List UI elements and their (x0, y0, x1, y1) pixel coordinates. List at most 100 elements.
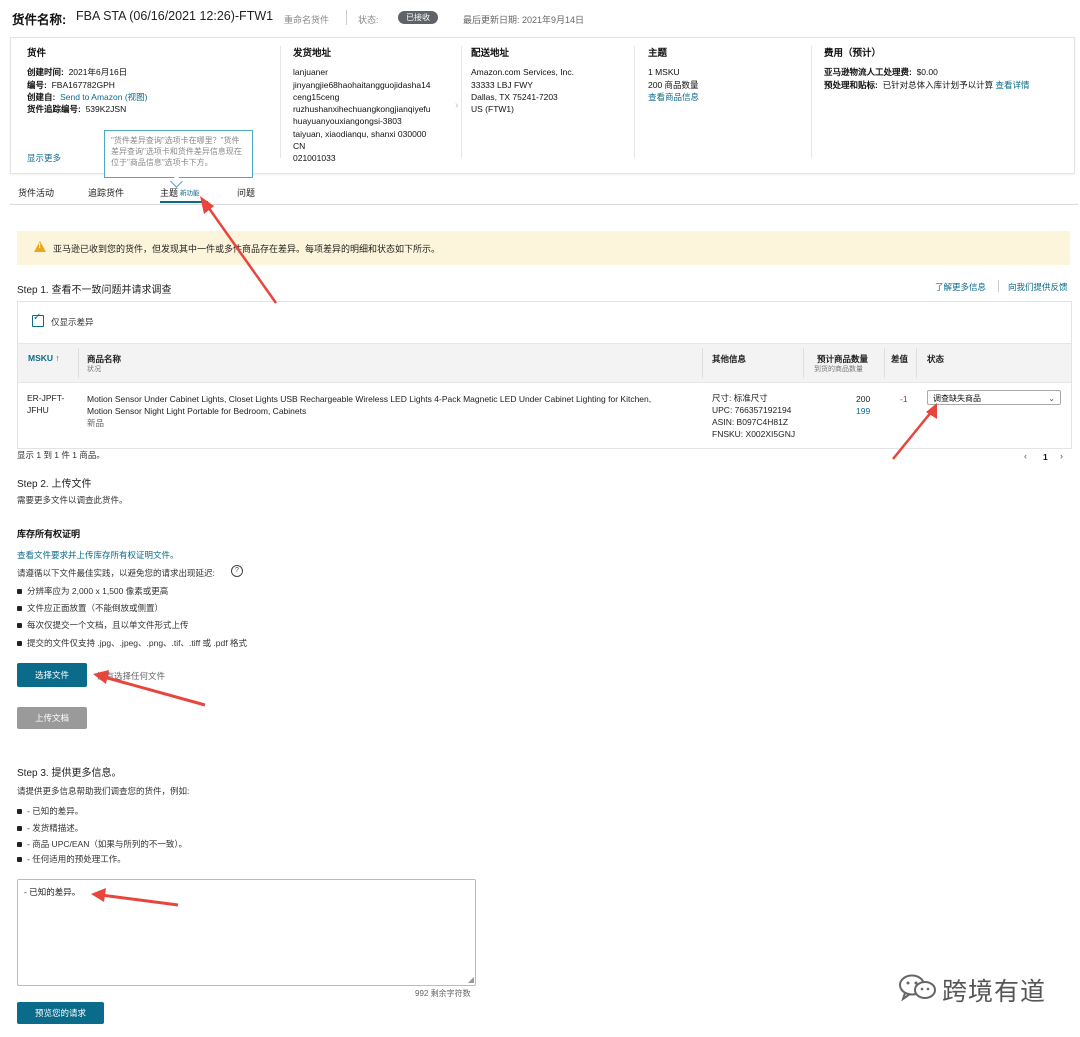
choose-file-button[interactable]: 选择文件 (17, 663, 87, 687)
column-divider (78, 348, 79, 378)
tab-contents[interactable]: 主题 (160, 186, 178, 199)
created-from-link[interactable]: Send to Amazon (60, 92, 122, 102)
document-requirements-link[interactable]: 查看文件要求并上传库存所有权证明文件。 (17, 549, 179, 561)
rename-shipment-link[interactable]: 重命名货件 (284, 13, 329, 26)
alert-message: 亚马逊已收到您的货件，但发现其中一件或多件商品存在差异。每项差异的明细和状态如下… (53, 244, 441, 254)
shipment-heading: 货件 (27, 48, 47, 59)
shipment-id-label: 编号: (27, 79, 47, 90)
tab-problems[interactable]: 问题 (237, 186, 255, 199)
bullet-icon (17, 857, 22, 863)
received-quantity-link[interactable]: 199 (856, 405, 870, 417)
list-item-text: - 商品 UPC/EAN（如果与所列的不一致）。 (27, 839, 188, 849)
column-divider (916, 348, 917, 378)
divider (461, 46, 462, 158)
last-updated: 最后更新日期: 2021年9月14日 (463, 15, 585, 25)
show-discrepancies-label: 仅显示差异 (51, 317, 94, 327)
quantity-cell: 200 199 (856, 393, 870, 417)
chevron-down-icon: ⌄ (1048, 394, 1055, 403)
pagination-summary: 显示 1 到 1 件 1 商品。 (17, 450, 105, 460)
bullet-icon (17, 641, 22, 647)
address-line: ceng15ceng (293, 91, 340, 102)
other-info-column-header: 其他信息 (712, 354, 747, 364)
proof-of-ownership-title: 库存所有权证明 (17, 529, 81, 539)
received-column-subheader: 到货的商品数量 (814, 366, 863, 373)
list-item: - 发货精描述。 (17, 822, 83, 834)
tracking-value: 539K2JSN (85, 104, 127, 115)
step3-title: Step 3. 提供更多信息。 (17, 768, 122, 779)
next-page-icon[interactable]: › (1060, 451, 1063, 461)
msku-line: ER-JPFT- (27, 393, 65, 403)
size-info: 尺寸: 标准尺寸 (712, 393, 768, 403)
watermark-text: 跨境有道 (942, 978, 1047, 1006)
address-line: taiyuan, xiaodianqu, shanxi 030000 (293, 128, 427, 139)
shipment-name: FBA STA (06/16/2021 12:26)-FTW1 (76, 9, 274, 23)
list-item: 文件应正面放置（不能倒放或侧置） (17, 602, 163, 614)
shipment-name-label: 货件名称: (12, 13, 67, 27)
step2-title: Step 2. 上传文件 (17, 479, 92, 490)
msku-column-header[interactable]: MSKU ↑ (28, 353, 60, 363)
bullet-icon (17, 589, 22, 595)
view-link[interactable]: (视图) (125, 92, 148, 102)
tracking-label: 货件追踪编号: (27, 104, 81, 115)
list-item-text: 每次仅提交一个文档，且以单文件形式上传 (27, 620, 189, 630)
difference-value: -1 (900, 394, 908, 404)
view-contents-link[interactable]: 查看商品信息 (648, 91, 699, 103)
contents-heading: 主题 (648, 48, 668, 59)
other-info-cell: 尺寸: 标准尺寸 UPC: 766357192194 ASIN: B097C4H… (712, 392, 795, 440)
bullet-icon (17, 826, 22, 832)
fees-column: 费用（预计） 亚马逊物流人工处理费: $0.00 预处理和贴标: 已针对总体入库… (824, 48, 1029, 91)
upc-info: UPC: 766357192194 (712, 405, 792, 415)
textarea-value: - 已知的差异。 (24, 887, 81, 897)
checkmark-icon: ✓ (33, 312, 42, 323)
asin-info: ASIN: B097C4H81Z (712, 417, 789, 427)
active-tab-indicator (160, 201, 208, 203)
address-line: 33333 LBJ FWY (471, 79, 533, 90)
divider (811, 46, 812, 158)
preview-request-button[interactable]: 预览您的请求 (17, 1002, 104, 1024)
bullet-icon (17, 623, 22, 629)
msku-cell: ER-JPFT- JFHU (27, 392, 64, 416)
column-divider (702, 348, 703, 378)
list-item-text: - 发货精描述。 (27, 823, 84, 833)
tab-shipment-events[interactable]: 货件活动 (18, 186, 54, 199)
ship-from-column: 发货地址 lanjuaner jinyangjie68haohaitangguo… (293, 48, 431, 165)
address-line: jinyangjie68haohaitangguojidasha14 (293, 79, 431, 90)
address-line: Dallas, TX 75241-7203 (471, 91, 558, 102)
feedback-link[interactable]: 向我们提供反馈 (1008, 281, 1068, 293)
previous-page-icon[interactable]: ‹ (1024, 451, 1027, 461)
contents-column: 主题 1 MSKU 200 商品数量 查看商品信息 (648, 48, 699, 103)
additional-info-textarea[interactable]: - 已知的差异。 ◢ (17, 879, 476, 986)
status-column-header: 状态 (927, 354, 945, 364)
difference-column-header: 差值 (891, 354, 909, 364)
learn-more-link[interactable]: 了解更多信息 (935, 281, 986, 293)
column-divider (803, 348, 804, 378)
list-item-text: - 已知的差异。 (27, 806, 84, 816)
list-item: - 已知的差异。 (17, 805, 83, 817)
address-line: CN (293, 141, 306, 152)
shipment-id-value: FBA167782GPH (51, 79, 115, 90)
upload-document-button[interactable]: 上传文档 (17, 707, 87, 729)
tab-track-shipment[interactable]: 追踪货件 (88, 186, 124, 199)
bullet-icon (17, 809, 22, 815)
expected-quantity: 200 (856, 394, 871, 404)
help-icon[interactable]: ? (231, 565, 243, 577)
prep-details-link[interactable]: 查看详情 (995, 80, 1029, 90)
status-dropdown[interactable]: 调查缺失商品 ⌄ (927, 390, 1061, 405)
list-item-text: 提交的文件仅支持 .jpg、.jpeg、.png、.tif、.tiff 或 .p… (27, 638, 247, 648)
bullet-icon (17, 606, 22, 612)
list-item-text: 分辨率应为 2,000 x 1,500 像素或更高 (27, 586, 169, 596)
created-value: 2021年6月16日 (68, 67, 128, 78)
list-item: 每次仅提交一个文档，且以单文件形式上传 (17, 619, 189, 631)
current-page[interactable]: 1 (1043, 452, 1048, 462)
ship-to-heading: 配送地址 (471, 48, 510, 59)
discrepancy-alert: ! 亚马逊已收到您的货件，但发现其中一件或多件商品存在差异。每项差异的明细和状态… (17, 231, 1070, 265)
list-item: 分辨率应为 2,000 x 1,500 像素或更高 (17, 585, 168, 597)
show-more-link[interactable]: 显示更多 (27, 152, 61, 164)
step1-title: Step 1. 查看不一致问题并请求调查 (17, 285, 172, 296)
no-file-chosen: 没有选择任何文件 (97, 671, 166, 681)
resize-handle-icon[interactable]: ◢ (468, 975, 474, 984)
address-line: 021001033 (293, 153, 336, 164)
manual-fee-label: 亚马逊物流人工处理费: (824, 67, 912, 78)
column-divider (884, 348, 885, 378)
address-line: lanjuaner (293, 67, 328, 78)
